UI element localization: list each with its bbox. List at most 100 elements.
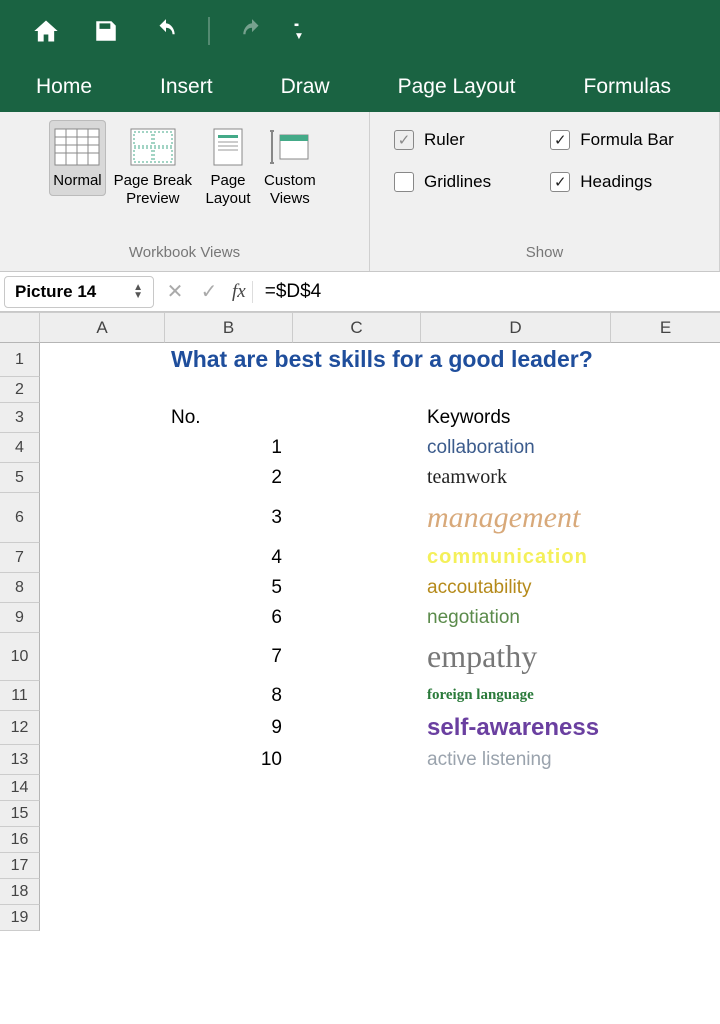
cell[interactable] <box>165 827 293 853</box>
row-header[interactable]: 19 <box>0 905 40 931</box>
fx-icon[interactable]: fx <box>226 281 253 303</box>
name-box[interactable]: Picture 14 ▲▼ <box>4 276 154 308</box>
cell[interactable] <box>611 775 720 801</box>
cell[interactable] <box>40 377 165 403</box>
cell[interactable] <box>40 801 165 827</box>
col-header-no[interactable]: No. <box>165 403 293 433</box>
cell-keyword[interactable]: collaboration <box>421 433 720 463</box>
cell-number[interactable]: 8 <box>165 681 293 711</box>
tab-page-layout[interactable]: Page Layout <box>382 65 532 109</box>
checkbox-headings[interactable]: ✓ Headings <box>550 172 695 192</box>
tab-draw[interactable]: Draw <box>265 65 346 109</box>
cell[interactable] <box>165 905 293 931</box>
cell[interactable] <box>421 801 611 827</box>
name-box-spinner[interactable]: ▲▼ <box>133 284 143 300</box>
cell[interactable] <box>40 603 165 633</box>
cell[interactable] <box>40 681 165 711</box>
cell[interactable] <box>165 775 293 801</box>
cell[interactable] <box>421 775 611 801</box>
cell[interactable] <box>40 403 165 433</box>
cell-number[interactable]: 2 <box>165 463 293 493</box>
cell[interactable] <box>293 543 421 573</box>
column-header[interactable]: B <box>165 313 293 343</box>
cell[interactable] <box>421 827 611 853</box>
cell[interactable] <box>611 403 720 433</box>
row-header[interactable]: 2 <box>0 377 40 403</box>
cell-number[interactable]: 1 <box>165 433 293 463</box>
view-custom-views-button[interactable]: Custom Views <box>260 120 320 214</box>
cell[interactable] <box>293 853 421 879</box>
column-header[interactable]: D <box>421 313 611 343</box>
cell-keyword[interactable]: empathy <box>421 633 720 681</box>
col-header-keywords[interactable]: Keywords <box>421 403 611 433</box>
row-header[interactable]: 15 <box>0 801 40 827</box>
qat-customize-dropdown[interactable]: ▪▪▼ <box>294 20 302 42</box>
home-icon[interactable] <box>28 13 64 49</box>
cell[interactable] <box>40 853 165 879</box>
column-header[interactable]: C <box>293 313 421 343</box>
cell[interactable] <box>165 879 293 905</box>
row-header[interactable]: 3 <box>0 403 40 433</box>
cell[interactable] <box>293 603 421 633</box>
cell[interactable] <box>40 633 165 681</box>
tab-home[interactable]: Home <box>20 65 108 109</box>
column-header[interactable]: E <box>611 313 720 343</box>
cell[interactable] <box>293 711 421 745</box>
cell[interactable] <box>293 633 421 681</box>
cell[interactable] <box>421 879 611 905</box>
row-header[interactable]: 12 <box>0 711 40 745</box>
redo-icon[interactable] <box>234 13 270 49</box>
cell[interactable] <box>421 905 611 931</box>
row-header[interactable]: 14 <box>0 775 40 801</box>
cell[interactable] <box>293 827 421 853</box>
tab-insert[interactable]: Insert <box>144 65 229 109</box>
cell[interactable] <box>40 493 165 543</box>
row-header[interactable]: 10 <box>0 633 40 681</box>
cell[interactable] <box>293 681 421 711</box>
cell-keyword[interactable]: active listening <box>421 745 720 775</box>
row-header[interactable]: 4 <box>0 433 40 463</box>
cell[interactable] <box>293 745 421 775</box>
cell[interactable] <box>165 853 293 879</box>
cell[interactable] <box>40 775 165 801</box>
cell[interactable] <box>40 827 165 853</box>
cell-number[interactable]: 5 <box>165 573 293 603</box>
row-header[interactable]: 7 <box>0 543 40 573</box>
cell-keyword[interactable]: management <box>421 493 720 543</box>
cell[interactable] <box>40 573 165 603</box>
cell-number[interactable]: 7 <box>165 633 293 681</box>
cell-number[interactable]: 6 <box>165 603 293 633</box>
cell[interactable] <box>293 573 421 603</box>
cell-number[interactable]: 4 <box>165 543 293 573</box>
cell[interactable] <box>611 827 720 853</box>
cell[interactable] <box>293 403 421 433</box>
cell[interactable] <box>165 377 293 403</box>
cell[interactable] <box>611 377 720 403</box>
cell[interactable] <box>611 879 720 905</box>
view-page-break-button[interactable]: Page Break Preview <box>110 120 196 214</box>
row-header[interactable]: 8 <box>0 573 40 603</box>
checkbox-ruler[interactable]: ✓ Ruler <box>394 130 512 150</box>
row-header[interactable]: 1 <box>0 343 40 377</box>
undo-icon[interactable] <box>148 13 184 49</box>
sheet-title[interactable]: What are best skills for a good leader? <box>165 343 720 377</box>
cell[interactable] <box>40 905 165 931</box>
cell[interactable] <box>293 433 421 463</box>
checkbox-formula-bar[interactable]: ✓ Formula Bar <box>550 130 695 150</box>
cell[interactable] <box>40 879 165 905</box>
cell[interactable] <box>40 433 165 463</box>
cell[interactable] <box>421 377 611 403</box>
cell[interactable] <box>421 853 611 879</box>
cell[interactable] <box>293 775 421 801</box>
cell-keyword[interactable]: communication <box>421 543 720 573</box>
cell[interactable] <box>40 343 165 377</box>
column-header[interactable]: A <box>40 313 165 343</box>
cell[interactable] <box>611 801 720 827</box>
cell[interactable] <box>293 493 421 543</box>
cancel-formula-button[interactable]: ✕ <box>158 279 192 304</box>
cell[interactable] <box>293 879 421 905</box>
cell[interactable] <box>40 543 165 573</box>
cell[interactable] <box>40 745 165 775</box>
row-header[interactable]: 13 <box>0 745 40 775</box>
row-header[interactable]: 11 <box>0 681 40 711</box>
